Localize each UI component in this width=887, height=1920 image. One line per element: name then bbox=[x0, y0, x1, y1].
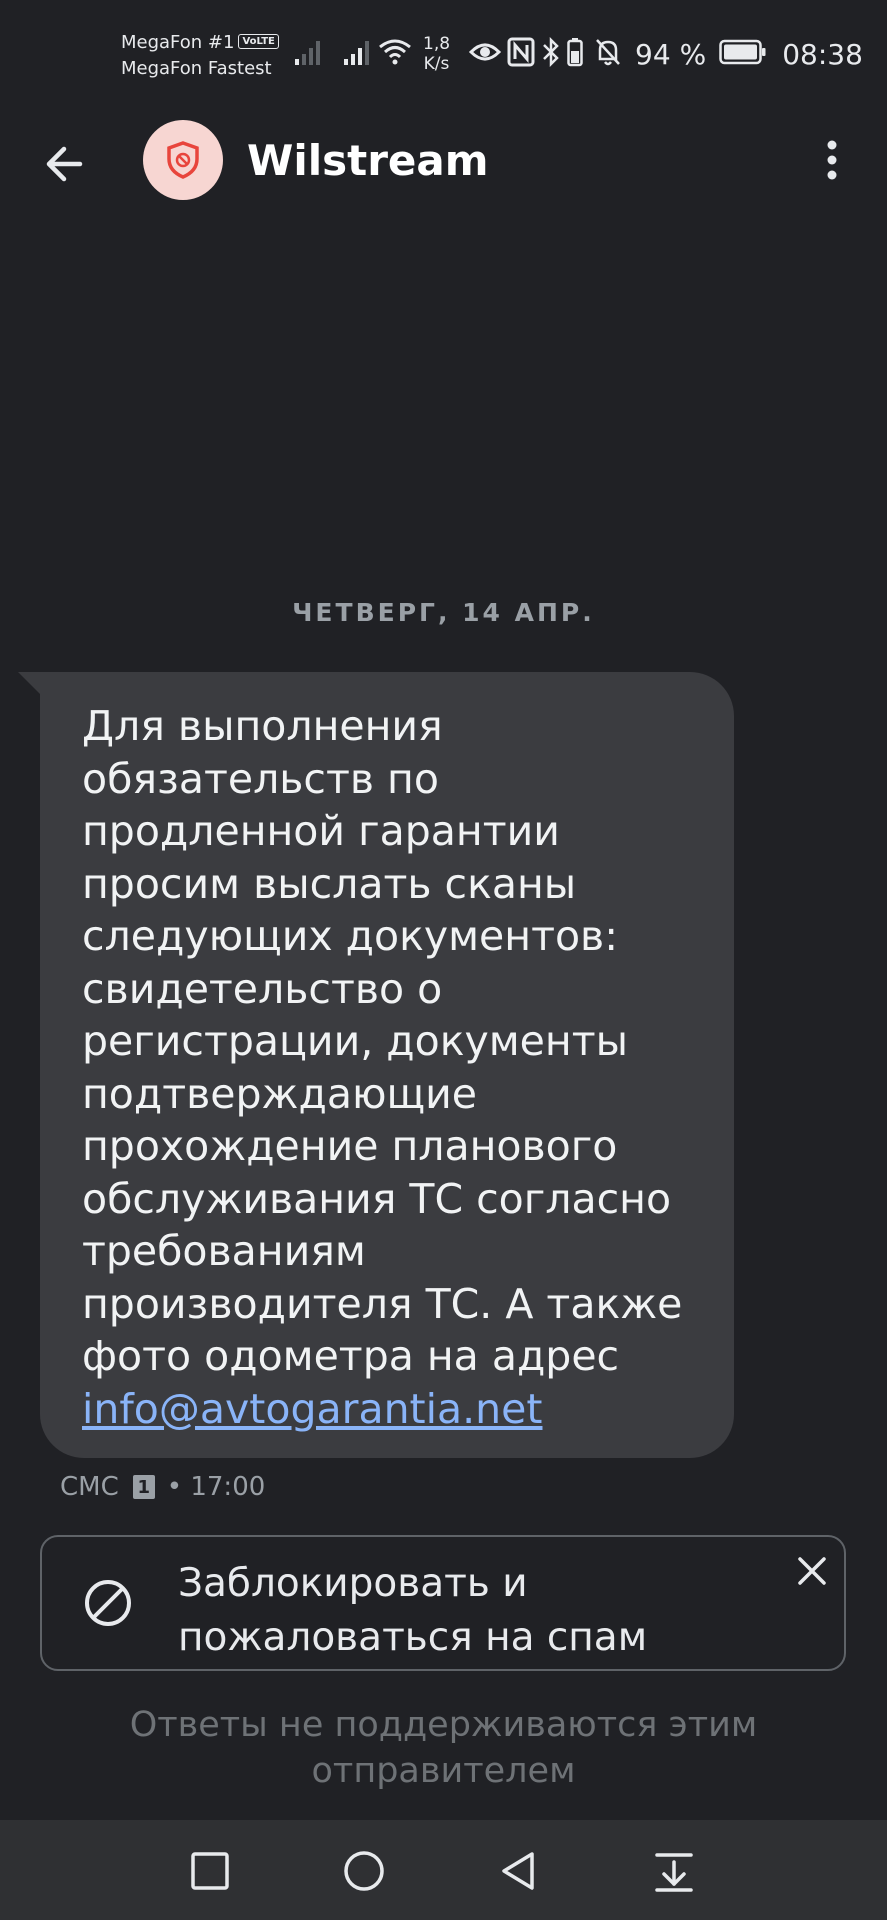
message-text: Для выполнения обязательств по продленно… bbox=[82, 702, 683, 1380]
block-icon bbox=[82, 1577, 134, 1629]
bluetooth-icon bbox=[541, 36, 561, 71]
notifications-pull-icon bbox=[655, 1853, 693, 1892]
contact-name[interactable]: Wilstream bbox=[247, 136, 489, 185]
battery-saver-icon bbox=[567, 37, 583, 71]
nfc-icon bbox=[507, 37, 535, 71]
more-options-button[interactable] bbox=[812, 130, 852, 190]
status-bar: MegaFon #1VoLTE MegaFon Fastest 1,8 K/s bbox=[0, 0, 887, 108]
dismiss-button[interactable] bbox=[794, 1553, 830, 1589]
mute-notifications-icon bbox=[594, 37, 622, 71]
close-icon bbox=[798, 1557, 826, 1585]
block-report-spam-label[interactable]: Заблокировать и пожаловаться на спам bbox=[178, 1557, 647, 1665]
reply-not-supported-note: Ответы не поддерживаются этим отправител… bbox=[129, 1705, 758, 1791]
carrier-info: MegaFon #1 VoLTE MegaFon Fastest bbox=[121, 30, 279, 82]
message-bubble[interactable]: Для выполнения обязательств по продленно… bbox=[40, 672, 734, 1458]
navigation-bar bbox=[0, 1820, 887, 1920]
signal-1-icon bbox=[293, 37, 323, 71]
clock: 08:38 bbox=[782, 37, 863, 71]
volte-badge: VoLTE bbox=[238, 34, 279, 49]
recents-button[interactable] bbox=[185, 1846, 235, 1896]
network-speed: 1,8 K/s bbox=[423, 34, 450, 74]
carrier-1: MegaFon #1 bbox=[121, 32, 235, 53]
block-spam-card[interactable]: Заблокировать и пожаловаться на спам bbox=[40, 1535, 846, 1671]
arrow-back-icon bbox=[46, 146, 83, 182]
date-divider: ЧЕТВЕРГ, 14 АПР. bbox=[292, 598, 595, 627]
wifi-icon bbox=[378, 37, 412, 71]
back-button[interactable] bbox=[38, 134, 98, 194]
battery-percent: 94 % bbox=[635, 37, 707, 71]
status-icons: 1,8 K/s 94 % 08:38 bbox=[290, 34, 863, 74]
eye-icon bbox=[468, 40, 502, 68]
message-time: • 17:00 bbox=[166, 1472, 266, 1502]
app-bar: Wilstream bbox=[0, 108, 887, 212]
home-icon bbox=[344, 1851, 384, 1891]
back-icon bbox=[502, 1852, 534, 1890]
speed-unit: K/s bbox=[423, 54, 450, 74]
battery-icon bbox=[719, 39, 767, 69]
recents-icon bbox=[191, 1852, 229, 1890]
sim-badge: 1 bbox=[132, 1475, 155, 1499]
email-link[interactable]: info@avtogarantia.net bbox=[82, 1383, 704, 1436]
message-type: СМС bbox=[60, 1472, 119, 1502]
signal-2-icon bbox=[342, 37, 372, 71]
notifications-pull-button[interactable] bbox=[649, 1846, 699, 1896]
shield-block-icon bbox=[167, 141, 199, 179]
speed-value: 1,8 bbox=[423, 34, 451, 54]
contact-avatar[interactable] bbox=[143, 120, 223, 200]
message-meta: СМС 1 • 17:00 bbox=[60, 1472, 265, 1502]
more-vert-icon bbox=[827, 140, 837, 180]
carrier-2: MegaFon Fastest bbox=[121, 58, 272, 79]
nav-back-button[interactable] bbox=[494, 1846, 544, 1896]
home-button[interactable] bbox=[339, 1846, 389, 1896]
